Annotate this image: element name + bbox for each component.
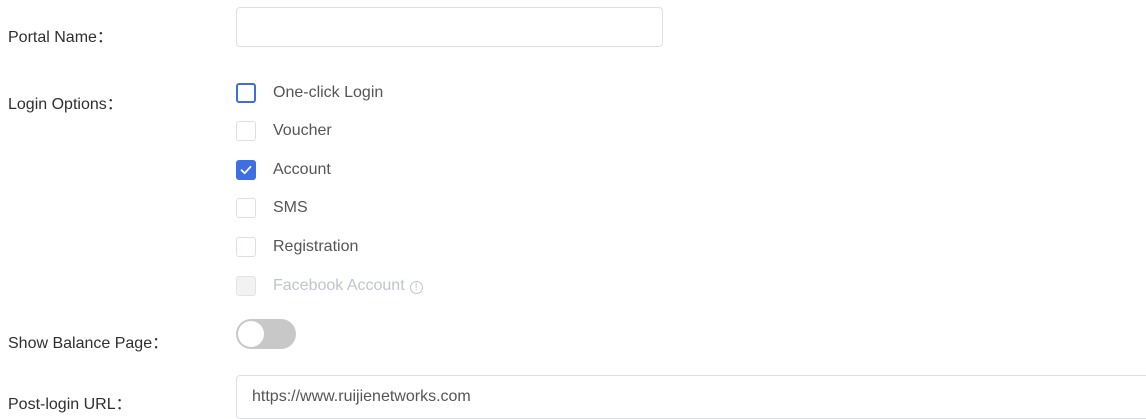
show-balance-page-label: Show Balance Page：	[8, 335, 169, 352]
checkbox-label: One-click Login	[273, 84, 384, 101]
checkbox-box[interactable]	[236, 160, 256, 180]
checkmark-icon	[240, 165, 252, 175]
checkbox-label-text: Facebook Account	[273, 277, 405, 294]
portal-name-input[interactable]	[236, 7, 663, 47]
checkbox-facebook-account: Facebook Account!	[236, 274, 423, 298]
checkbox-label: Facebook Account!	[273, 277, 423, 295]
checkbox-box[interactable]	[236, 237, 256, 257]
checkbox-label: Voucher	[273, 122, 332, 139]
checkbox-account[interactable]: Account	[236, 158, 331, 182]
post-login-url-label: Post-login URL：	[8, 396, 132, 413]
checkbox-one-click-login[interactable]: One-click Login	[236, 81, 383, 105]
checkbox-label: Registration	[273, 238, 359, 255]
checkbox-box[interactable]	[236, 198, 256, 218]
portal-name-label: Portal Name：	[8, 29, 113, 46]
checkbox-registration[interactable]: Registration	[236, 235, 358, 259]
info-circle-icon[interactable]: !	[409, 281, 423, 294]
checkbox-sms[interactable]: SMS	[236, 196, 308, 220]
checkbox-box[interactable]	[236, 121, 256, 141]
show-balance-page-toggle[interactable]	[236, 319, 296, 349]
checkbox-voucher[interactable]: Voucher	[236, 119, 332, 143]
checkbox-box	[236, 276, 256, 296]
checkbox-label: SMS	[273, 199, 308, 216]
login-options-label: Login Options：	[8, 96, 123, 113]
post-login-url-input[interactable]	[236, 375, 1146, 419]
checkbox-label: Account	[273, 161, 331, 178]
checkbox-box[interactable]	[236, 83, 256, 103]
toggle-knob	[238, 321, 264, 347]
